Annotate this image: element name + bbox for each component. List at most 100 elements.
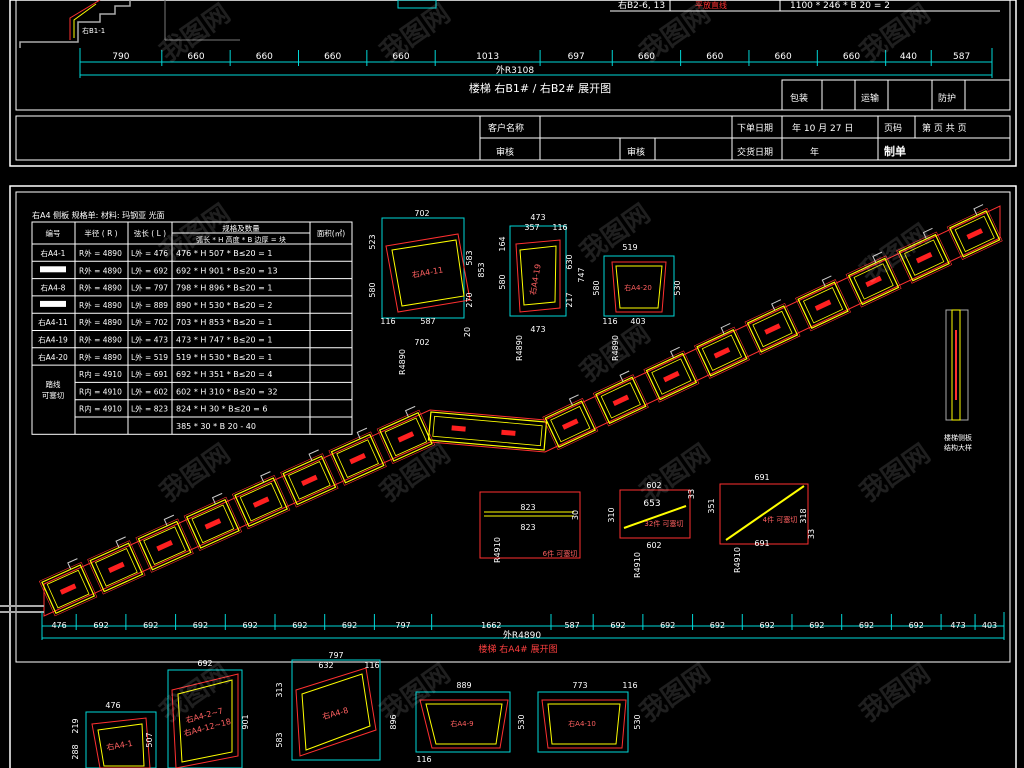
a11-dim-bl: 116 bbox=[380, 317, 395, 326]
top-row-code: 右B2-6, 13 bbox=[618, 0, 665, 11]
panel-red-mark bbox=[204, 518, 222, 530]
pack-cell-transport: 运输 bbox=[861, 92, 879, 104]
b4-label: 右A4-9 bbox=[450, 719, 473, 728]
s2-dim-label-3: 692 bbox=[193, 621, 208, 630]
spec-table-title: 右A4 侧板 规格单: 材料: 玛钢亚 光面 bbox=[32, 210, 165, 220]
d823-dim-w2: 823 bbox=[520, 523, 535, 532]
spec-row-id-5: 右A4-19 bbox=[38, 335, 68, 345]
s1-dim-label-5: 1013 bbox=[476, 52, 499, 62]
a19-dim-h1: 164 bbox=[498, 236, 507, 251]
a11-dim-h3: 853 bbox=[477, 262, 486, 277]
cell-order-date-value: 年 10 月 27 日 bbox=[792, 122, 853, 134]
a19-dim-w3: 116 bbox=[552, 223, 567, 232]
a11-dim-r: R4890 bbox=[398, 349, 407, 375]
d691-dim-h2: 318 bbox=[799, 508, 808, 523]
sheet-1: 右B2-6, 13 平放直线 1100 * 246 * B 20 = 2 右B1… bbox=[9, 0, 1017, 167]
a20-dim-b1: 116 bbox=[602, 317, 617, 326]
panel-red-mark bbox=[966, 228, 984, 240]
b4-dim-h: 530 bbox=[517, 714, 526, 729]
watermark-14: 我图网 bbox=[575, 319, 656, 388]
d602-dim-r: R4910 bbox=[633, 552, 642, 578]
a19-dim-h5: 747 bbox=[577, 267, 586, 282]
b4-dim-w: 889 bbox=[456, 681, 471, 690]
panel-red-mark bbox=[349, 453, 366, 465]
b3-dim-h1: 313 bbox=[275, 682, 284, 697]
a19-dim-h2: 630 bbox=[565, 254, 574, 269]
cell-prepared-by: 制单 bbox=[884, 144, 906, 158]
mid-mark-1 bbox=[451, 425, 466, 432]
s1-dim-label-0: 790 bbox=[112, 52, 129, 62]
b3-label: 右A4-8 bbox=[321, 705, 349, 722]
spec-row-l-5: L外 = 473 bbox=[131, 335, 168, 345]
spec-row-spec-9: 824 * H 30 * B≤20 = 6 bbox=[176, 405, 267, 414]
strip-panel-low-1 bbox=[87, 536, 146, 595]
d823-dim-h: 30 bbox=[571, 510, 580, 520]
strip-panel-low-2 bbox=[135, 514, 194, 573]
s2-dim-label-10: 692 bbox=[610, 621, 625, 630]
strip-panel-up-3 bbox=[693, 323, 750, 379]
cad-drawing-canvas: 右B2-6, 13 平放直线 1100 * 246 * B 20 = 2 右B1… bbox=[0, 0, 1017, 768]
s2-dim-label-9: 587 bbox=[564, 621, 579, 630]
strip-panel-low-4 bbox=[231, 471, 291, 530]
d691-dim-w: 691 bbox=[754, 473, 769, 482]
s2-dim-label-15: 692 bbox=[859, 621, 874, 630]
spec-row-l-2: L外 = 797 bbox=[131, 283, 168, 293]
mid-mark-2 bbox=[501, 429, 516, 436]
s2-dim-label-1: 692 bbox=[93, 621, 108, 630]
s2-dim-label-16: 692 bbox=[909, 621, 924, 630]
b1-dim-h1: 288 bbox=[71, 744, 80, 759]
spec-row-spec-6: 519 * H 530 * B≤20 = 1 bbox=[176, 353, 273, 362]
s2-dim-label-14: 692 bbox=[809, 621, 824, 630]
sheet-1-dimension-line: 790 660 660 660 660 1013 697 660 660 660 660 440 587 bbox=[79, 48, 993, 78]
s2-dim-label-5: 692 bbox=[292, 621, 307, 630]
watermark-1: 我图网 bbox=[375, 0, 456, 68]
sheet-1-title: 楼梯 右B1# / 右B2# 展开图 bbox=[469, 81, 611, 95]
spec-row-spec-3: 890 * H 530 * B≤20 = 2 bbox=[176, 301, 273, 310]
cell-review-1: 审核 bbox=[496, 146, 514, 158]
panel-red-mark bbox=[612, 394, 630, 407]
d691-dim-r: R4910 bbox=[733, 547, 742, 573]
d602-dim-h2: 33 bbox=[687, 489, 696, 499]
b1-label: 右A4-1 bbox=[106, 738, 134, 752]
d602-dim-h1: 310 bbox=[607, 507, 616, 522]
watermark-8: 我图网 bbox=[635, 439, 716, 508]
d823-dim-r: R4910 bbox=[493, 537, 502, 563]
spec-row-l-3: L外 = 889 bbox=[131, 300, 168, 310]
spec-header-2: 弦长 ( L ) bbox=[134, 228, 166, 238]
s2-dim-label-4: 692 bbox=[243, 621, 258, 630]
a11-dim-20: 20 bbox=[463, 327, 472, 337]
s2-dim-label-2: 692 bbox=[143, 621, 158, 630]
panel-red-mark bbox=[252, 496, 270, 508]
a19-dim-w2: 357 bbox=[524, 223, 539, 232]
d691-diag bbox=[725, 485, 805, 541]
b5-dim-h: 530 bbox=[633, 714, 642, 729]
b1-dim-w: 476 bbox=[105, 701, 120, 710]
a20-label: 右A4-20 bbox=[624, 283, 652, 292]
side-detail-line-1: 楼梯侧板 bbox=[944, 433, 972, 442]
spec-row-r-0: R外 = 4890 bbox=[79, 248, 122, 258]
spec-row-r-7: R内 = 4910 bbox=[79, 369, 122, 379]
a19-dim-h4: 217 bbox=[565, 292, 574, 307]
strip-panel-low-5 bbox=[280, 449, 339, 508]
s1-dim-label-8: 660 bbox=[706, 52, 723, 62]
panel-red-mark bbox=[915, 251, 933, 264]
spec-row-r-3: R外 = 4890 bbox=[79, 300, 122, 310]
strip-panel-low-3 bbox=[183, 492, 243, 552]
sheet-2-outer-total: 外R4890 bbox=[503, 629, 541, 641]
spec-row-id-4: 右A4-11 bbox=[38, 317, 68, 327]
spec-merged-note-0: 踏线 bbox=[46, 379, 61, 389]
b3-dim-w3: 116 bbox=[364, 661, 379, 670]
strip-panel-low-6 bbox=[328, 427, 387, 486]
strip-panel-up-5 bbox=[795, 275, 852, 332]
piece-label-b1-1: 右B1-1 bbox=[82, 26, 105, 35]
s1-dim-label-12: 587 bbox=[953, 52, 970, 62]
panel-red-mark bbox=[301, 474, 318, 486]
d691-dim-w2: 691 bbox=[754, 539, 769, 548]
cell-order-date: 下单日期 bbox=[737, 122, 773, 134]
s1-dim-label-11: 440 bbox=[900, 52, 917, 62]
sheet-1-pack-row: 包装 运输 防护 bbox=[781, 79, 1011, 111]
cell-page-value: 第 页 共 页 bbox=[922, 122, 967, 134]
panel-red-mark bbox=[713, 347, 731, 359]
s2-dim-label-13: 692 bbox=[759, 621, 774, 630]
side-structure-detail: 楼梯侧板 结构大样 bbox=[944, 309, 972, 452]
